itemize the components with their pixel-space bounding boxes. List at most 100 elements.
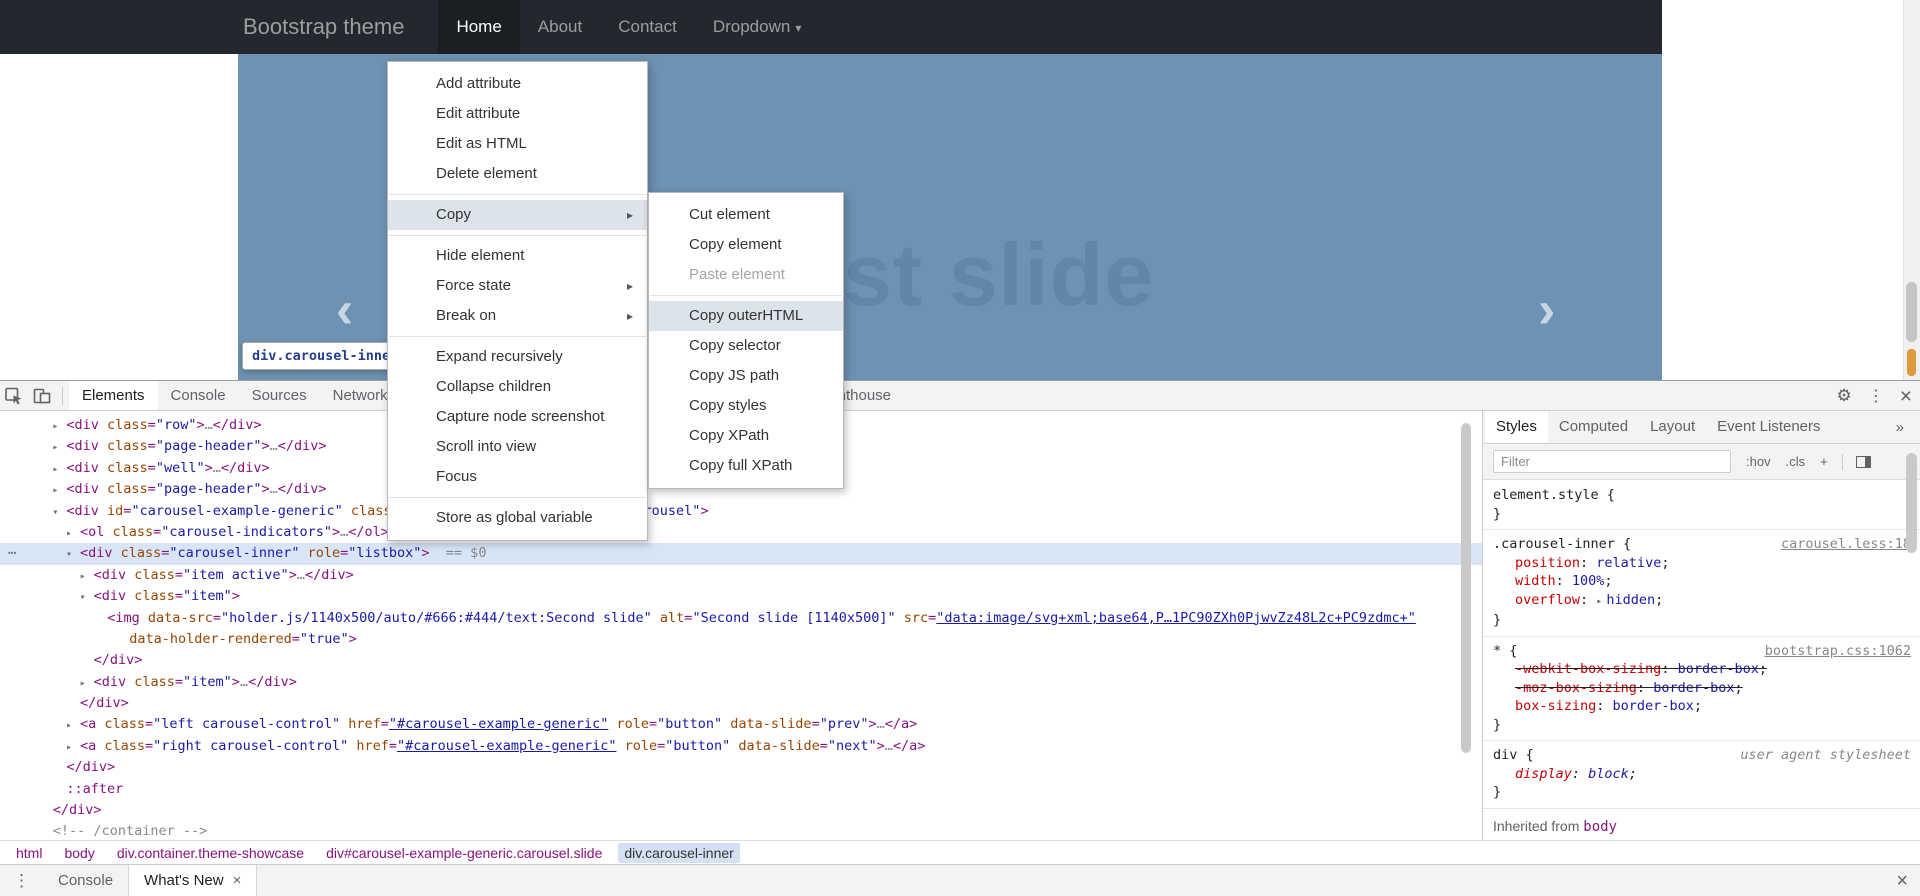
tree-row[interactable]: </div> [0, 650, 1482, 671]
carousel-prev-icon[interactable]: ‹ [336, 280, 353, 340]
expand-shorthand-icon[interactable]: ▸ [1596, 596, 1602, 607]
tab-elements[interactable]: Elements [69, 381, 158, 410]
sidebar-tab-styles[interactable]: Styles [1485, 411, 1548, 443]
tree-row[interactable]: <!-- /container --> [0, 821, 1482, 840]
breadcrumb-item-div-container-theme-showcase[interactable]: div.container.theme-showcase [111, 843, 310, 863]
css-property[interactable]: -webkit-box-sizing: border-box; [1493, 660, 1895, 679]
expanded-arrow-icon[interactable]: ▾ [66, 544, 80, 565]
settings-gear-icon[interactable]: ⚙ [1836, 386, 1851, 406]
nav-item-home[interactable]: Home [438, 0, 520, 54]
css-property[interactable]: display: block; [1493, 765, 1895, 784]
sidebar-tab-event-listeners[interactable]: Event Listeners [1706, 411, 1831, 443]
menu-item-expand-recursively[interactable]: Expand recursively [388, 342, 647, 372]
tree-row[interactable]: ▸ <a class="right carousel-control" href=… [0, 736, 1482, 757]
tree-row[interactable]: data-holder-rendered="true"> [0, 629, 1482, 650]
close-tab-icon[interactable]: × [233, 865, 242, 896]
collapsed-arrow-icon[interactable]: ▸ [52, 437, 66, 458]
menu-item-copy-element[interactable]: Copy element [649, 230, 843, 260]
breadcrumb-item-html[interactable]: html [10, 843, 48, 863]
menu-item-collapse-children[interactable]: Collapse children [388, 372, 647, 402]
tree-row[interactable]: ⋯ ▾ <div class="carousel-inner" role="list… [0, 543, 1482, 565]
collapsed-arrow-icon[interactable]: ▸ [80, 673, 94, 694]
collapsed-arrow-icon[interactable]: ▸ [52, 480, 66, 501]
breadcrumb-item-div-carousel-inner[interactable]: div.carousel-inner [618, 842, 740, 863]
tree-row[interactable]: ▸ <div class="item">…</div> [0, 672, 1482, 693]
inspect-element-icon[interactable] [0, 382, 28, 410]
drawer-tab-console[interactable]: Console [43, 865, 128, 896]
expanded-arrow-icon[interactable]: ▾ [80, 587, 94, 608]
expanded-arrow-icon[interactable]: ▾ [52, 502, 66, 523]
css-property[interactable]: overflow: ▸ hidden; [1493, 591, 1895, 612]
collapsed-arrow-icon[interactable]: ▸ [66, 715, 80, 736]
breadcrumb-item-div-carousel-example-generic-carousel-slide[interactable]: div#carousel-example-generic.carousel.sl… [320, 843, 608, 863]
navbar-brand[interactable]: Bootstrap theme [243, 0, 404, 54]
sidebar-tab-layout[interactable]: Layout [1639, 411, 1706, 443]
new-style-rule-button[interactable]: + [1820, 454, 1828, 469]
tree-row[interactable]: ▸ <a class="left carousel-control" href="… [0, 714, 1482, 735]
drawer-tab-what-s-new[interactable]: What's New × [128, 865, 258, 896]
menu-item-copy-xpath[interactable]: Copy XPath [649, 421, 843, 451]
menu-item-copy-outerhtml[interactable]: Copy outerHTML [649, 301, 843, 331]
more-sidebar-tabs-icon[interactable]: » [1896, 419, 1904, 436]
page-scrollbar-thumb[interactable] [1906, 282, 1917, 342]
collapsed-arrow-icon[interactable]: ▸ [80, 566, 94, 587]
css-property[interactable]: -moz-box-sizing: border-box; [1493, 679, 1895, 698]
pseudo-class-button[interactable]: :hov [1746, 454, 1771, 469]
close-drawer-icon[interactable]: × [1896, 871, 1908, 891]
menu-item-copy-js-path[interactable]: Copy JS path [649, 361, 843, 391]
tree-row[interactable]: <img data-src="holder.js/1140x500/auto/#… [0, 608, 1482, 629]
node-link[interactable]: body [1583, 819, 1617, 835]
nav-item-about[interactable]: About [520, 0, 600, 54]
stylesheet-link[interactable]: carousel.less:18 [1781, 535, 1911, 554]
device-toolbar-icon[interactable] [28, 382, 56, 410]
menu-item-focus[interactable]: Focus [388, 462, 647, 492]
tree-row[interactable]: </div> [0, 757, 1482, 778]
menu-item-force-state[interactable]: Force state ▸ [388, 271, 647, 301]
nav-item-contact[interactable]: Contact [600, 0, 695, 54]
tree-row[interactable]: ▸ <div class="item active">…</div> [0, 565, 1482, 586]
page-scrollbar[interactable] [1903, 0, 1920, 380]
menu-item-hide-element[interactable]: Hide element [388, 241, 647, 271]
drawer-menu-icon[interactable]: ⋮ [0, 871, 43, 891]
menu-item-edit-attribute[interactable]: Edit attribute [388, 99, 647, 129]
tab-console[interactable]: Console [158, 381, 239, 410]
collapsed-arrow-icon[interactable]: ▸ [66, 737, 80, 758]
carousel-next-icon[interactable]: › [1538, 280, 1555, 340]
menu-item-copy-selector[interactable]: Copy selector [649, 331, 843, 361]
menu-item-copy[interactable]: Copy ▸ [388, 200, 647, 230]
collapsed-arrow-icon[interactable]: ▸ [66, 523, 80, 544]
close-devtools-icon[interactable]: × [1900, 386, 1912, 407]
css-property[interactable]: width: 100%; [1493, 572, 1895, 591]
tree-row[interactable]: </div> [0, 800, 1482, 821]
menu-item-scroll-into-view[interactable]: Scroll into view [388, 432, 647, 462]
menu-item-capture-node-screenshot[interactable]: Capture node screenshot [388, 402, 647, 432]
nav-item-dropdown[interactable]: Dropdown ▾ [695, 0, 820, 54]
menu-item-store-as-global-variable[interactable]: Store as global variable [388, 503, 647, 533]
menu-item-delete-element[interactable]: Delete element [388, 159, 647, 189]
tab-sources[interactable]: Sources [239, 381, 320, 410]
collapsed-arrow-icon[interactable]: ▸ [52, 459, 66, 480]
menu-item-break-on[interactable]: Break on ▸ [388, 301, 647, 331]
stylesheet-link[interactable]: bootstrap.css:1062 [1765, 642, 1911, 661]
collapsed-arrow-icon[interactable]: ▸ [52, 416, 66, 437]
menu-item-copy-styles[interactable]: Copy styles [649, 391, 843, 421]
breadcrumb-item-body[interactable]: body [58, 843, 100, 863]
elements-scrollbar-thumb[interactable] [1461, 423, 1471, 753]
styles-scrollbar-thumb[interactable] [1906, 453, 1917, 553]
tree-row[interactable]: ▾ <div id="carousel-example-generic" clas… [0, 501, 1482, 522]
css-property[interactable]: position: relative; [1493, 554, 1895, 573]
row-more-icon[interactable]: ⋯ [8, 543, 16, 564]
more-options-icon[interactable]: ⋮ [1868, 386, 1884, 406]
tree-row[interactable]: </div> [0, 693, 1482, 714]
menu-item-edit-as-html[interactable]: Edit as HTML [388, 129, 647, 159]
elements-scrollbar[interactable] [1460, 417, 1472, 812]
menu-item-copy-full-xpath[interactable]: Copy full XPath [649, 451, 843, 481]
tree-row[interactable]: ▾ <div class="item"> [0, 586, 1482, 607]
tree-row[interactable]: ::after [0, 779, 1482, 800]
css-property[interactable]: box-sizing: border-box; [1493, 697, 1895, 716]
menu-item-add-attribute[interactable]: Add attribute [388, 69, 647, 99]
toggle-sidebar-pane-icon[interactable] [1855, 455, 1871, 468]
tree-row[interactable]: ▸ <ol class="carousel-indicators">…</ol> [0, 522, 1482, 543]
styles-filter-input[interactable] [1493, 450, 1731, 473]
menu-item-cut-element[interactable]: Cut element [649, 200, 843, 230]
